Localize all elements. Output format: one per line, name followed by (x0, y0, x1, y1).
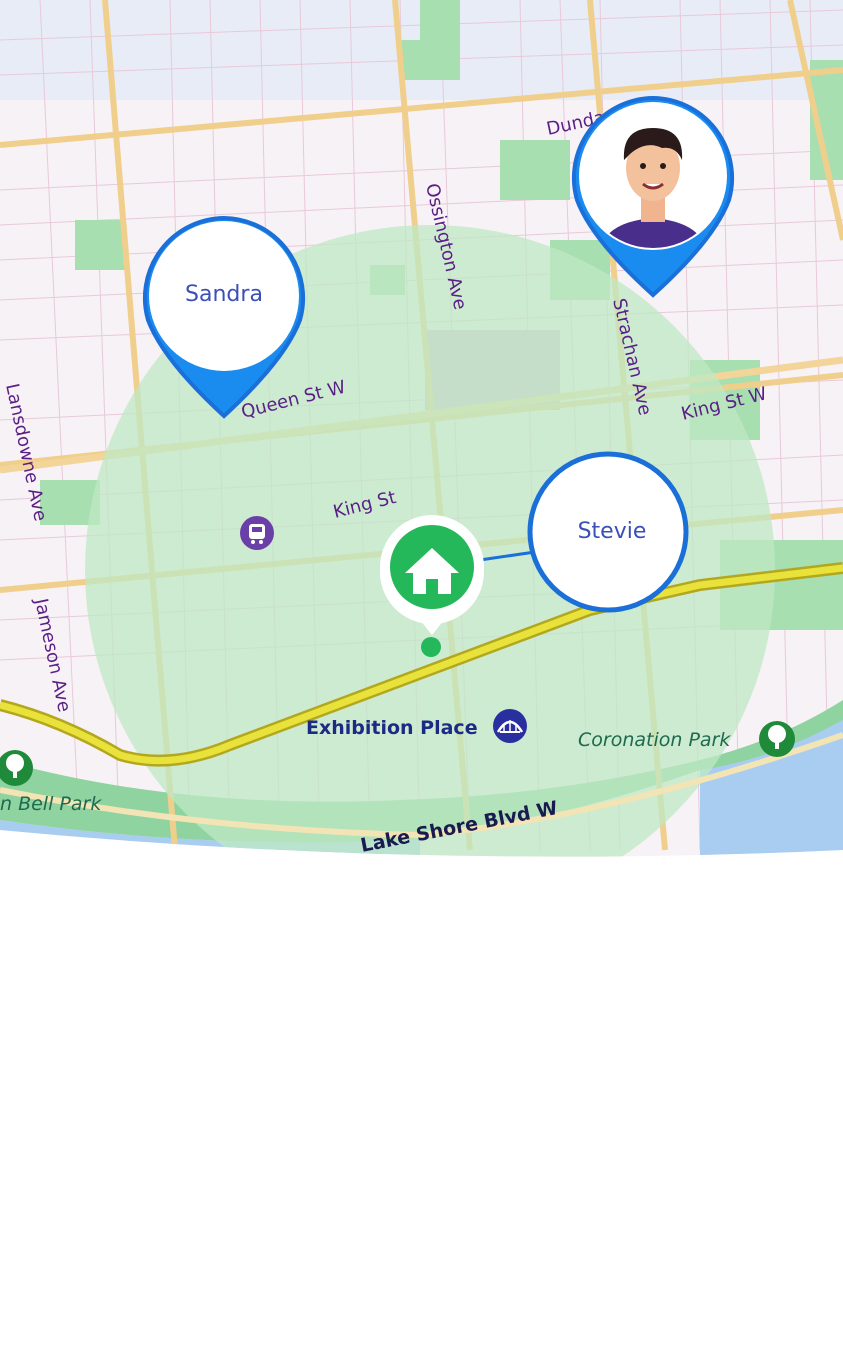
blank-panel (0, 900, 843, 1360)
stevie-name: Stevie (578, 519, 647, 544)
coronation-park-tree-icon[interactable] (759, 721, 795, 757)
label-exhibition-place: Exhibition Place (306, 717, 478, 739)
streetcar-stop-icon[interactable] (240, 516, 274, 550)
sandra-name: Sandra (185, 282, 263, 307)
exhibition-poi-icon[interactable] (493, 709, 527, 743)
map-view[interactable]: Dundas St W Ossington Ave Strachan Ave Q… (0, 0, 843, 900)
map-canvas[interactable]: Dundas St W Ossington Ave Strachan Ave Q… (0, 0, 843, 900)
label-coronation-park: Coronation Park (578, 729, 731, 751)
label-bell-park: n Bell Park (0, 793, 102, 815)
stevie-marker[interactable]: Stevie (527, 451, 689, 613)
